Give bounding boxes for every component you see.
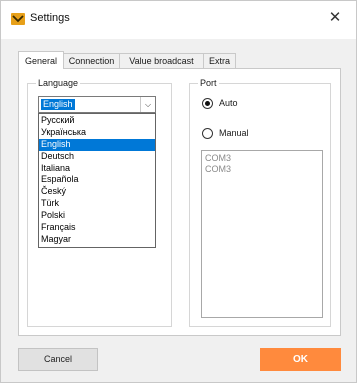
port-list[interactable]: COM3 COM3	[201, 150, 323, 318]
radio-checked-icon	[202, 98, 213, 109]
tab-extra[interactable]: Extra	[203, 53, 236, 68]
language-selected-value: English	[41, 99, 75, 110]
app-icon	[11, 13, 25, 25]
language-option[interactable]: Polski	[39, 210, 155, 222]
language-group-label: Language	[36, 78, 81, 89]
language-option[interactable]: English	[39, 138, 155, 151]
port-auto-label: Auto	[219, 98, 238, 108]
title-bar: Settings ✕	[1, 1, 356, 39]
language-dropdown-list: Русский Українська English Deutsch Itali…	[38, 113, 156, 248]
port-list-item[interactable]: COM3	[205, 153, 319, 164]
chevron-down-icon[interactable]: ⌵	[140, 97, 155, 112]
tab-value-broadcast[interactable]: Value broadcast	[119, 53, 204, 68]
tab-connection[interactable]: Connection	[63, 53, 120, 68]
language-option[interactable]: Українська	[39, 127, 155, 139]
language-option[interactable]: Русский	[39, 115, 155, 127]
language-option[interactable]: Deutsch	[39, 151, 155, 163]
language-option[interactable]: Magyar	[39, 234, 155, 246]
radio-unchecked-icon	[202, 128, 213, 139]
window-title: Settings	[30, 12, 70, 24]
language-option[interactable]: Türk	[39, 198, 155, 210]
language-option[interactable]: Český	[39, 186, 155, 198]
ok-button[interactable]: OK	[260, 348, 341, 371]
port-manual-label: Manual	[219, 128, 249, 138]
language-select[interactable]: English ⌵	[38, 96, 156, 113]
close-icon[interactable]: ✕	[326, 9, 344, 27]
settings-window: Settings ✕ General Connection Value broa…	[0, 0, 357, 383]
language-option[interactable]: Français	[39, 222, 155, 234]
language-option[interactable]: Italiana	[39, 163, 155, 175]
cancel-button[interactable]: Cancel	[18, 348, 98, 371]
language-option[interactable]: Española	[39, 174, 155, 186]
port-list-item[interactable]: COM3	[205, 164, 319, 175]
port-group-label: Port	[198, 78, 219, 89]
tab-general[interactable]: General	[18, 51, 64, 69]
